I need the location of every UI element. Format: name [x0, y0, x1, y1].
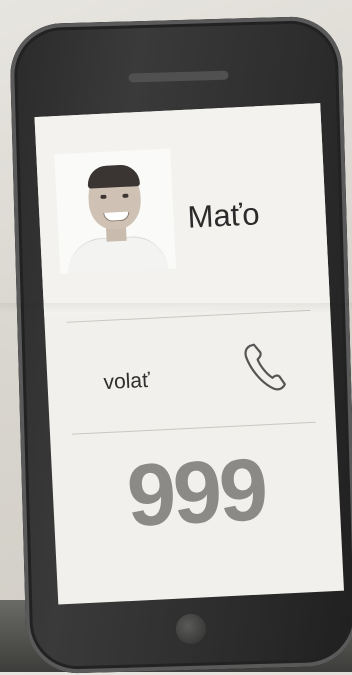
home-area [135, 608, 246, 651]
avatar-hair [86, 164, 140, 189]
phone-handset-icon [244, 343, 286, 391]
avatar-eye-left [100, 194, 107, 200]
call-label: volať [102, 368, 151, 395]
home-button[interactable] [175, 613, 207, 645]
dial-number: 999 [124, 439, 268, 545]
phone-screen: Maťo volať 999 [34, 103, 344, 605]
call-button[interactable]: volať [45, 318, 335, 427]
avatar-eye-right [122, 193, 129, 198]
contact-avatar [54, 148, 177, 275]
paper-fold [0, 303, 352, 313]
phone-device: Maťo volať 999 [8, 15, 352, 675]
earpiece-speaker [128, 70, 229, 83]
contact-name: Maťo [186, 196, 261, 235]
contact-header: Maťo [34, 103, 330, 317]
